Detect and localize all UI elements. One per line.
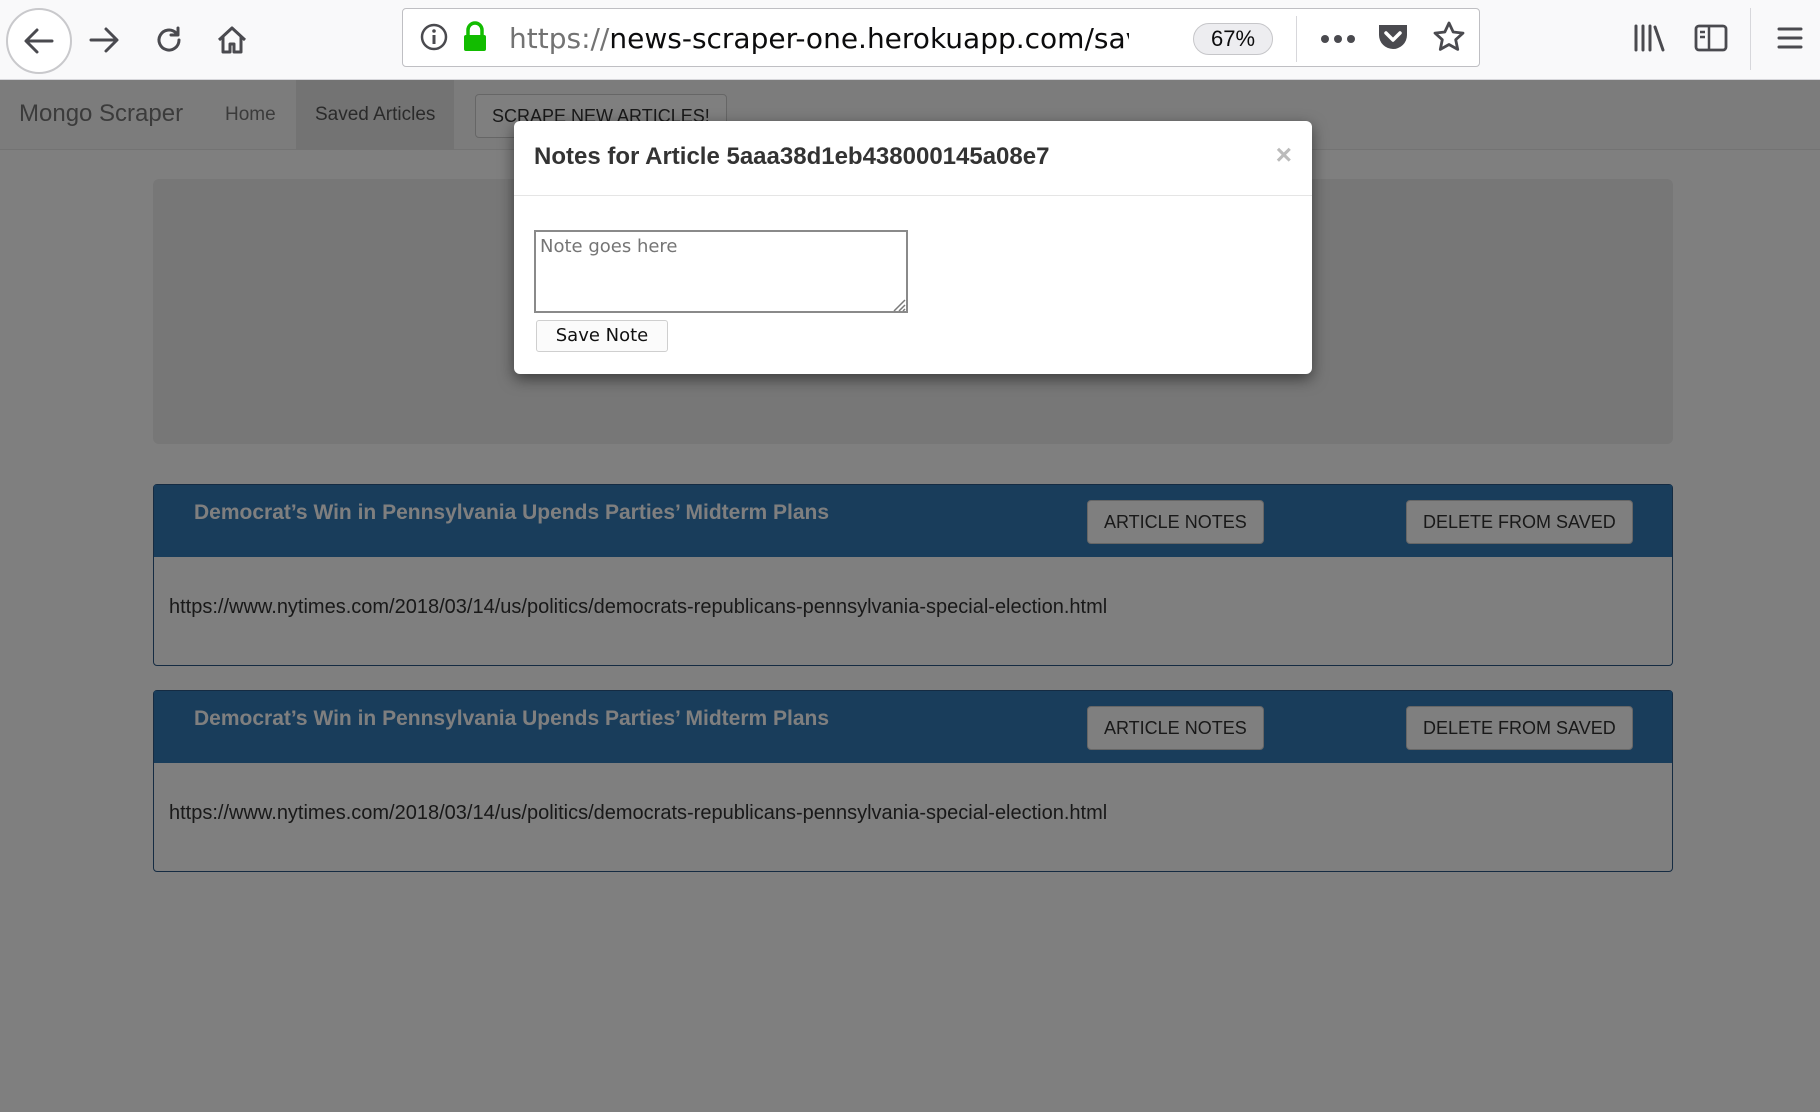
more-icon[interactable] <box>1320 24 1356 54</box>
url-text[interactable]: https://news-scraper-one.herokuapp.com/s… <box>509 22 1129 55</box>
notes-modal: Notes for Article 5aaa38d1eb438000145a08… <box>514 121 1312 374</box>
home-button[interactable] <box>200 8 264 72</box>
reload-button[interactable] <box>137 8 201 72</box>
url-bar[interactable]: https://news-scraper-one.herokuapp.com/s… <box>402 8 1480 67</box>
modal-title: Notes for Article 5aaa38d1eb438000145a08… <box>534 143 1050 170</box>
url-scheme: https:// <box>509 22 610 55</box>
resize-grip-icon[interactable] <box>890 296 906 312</box>
library-icon[interactable] <box>1632 22 1666 54</box>
note-textarea[interactable] <box>534 230 908 313</box>
hamburger-icon[interactable] <box>1774 22 1806 54</box>
reload-icon <box>157 26 181 52</box>
forward-button[interactable] <box>72 8 136 72</box>
lock-icon[interactable] <box>461 21 489 53</box>
info-icon[interactable] <box>419 22 449 52</box>
pocket-icon[interactable] <box>1376 21 1410 53</box>
close-icon[interactable]: × <box>1276 139 1292 171</box>
star-icon[interactable] <box>1432 20 1466 54</box>
browser-toolbar: https://news-scraper-one.herokuapp.com/s… <box>0 0 1820 80</box>
arrow-right-icon <box>89 27 119 53</box>
home-icon <box>217 26 247 54</box>
url-host: news-scraper-one.herokuapp.com/saved <box>609 22 1129 55</box>
back-button[interactable] <box>6 8 72 74</box>
modal-header: Notes for Article 5aaa38d1eb438000145a08… <box>514 121 1312 196</box>
save-note-button[interactable]: Save Note <box>536 320 668 352</box>
zoom-level-badge[interactable]: 67% <box>1193 23 1273 55</box>
sidebar-icon[interactable] <box>1694 22 1728 54</box>
arrow-left-icon <box>24 28 54 54</box>
